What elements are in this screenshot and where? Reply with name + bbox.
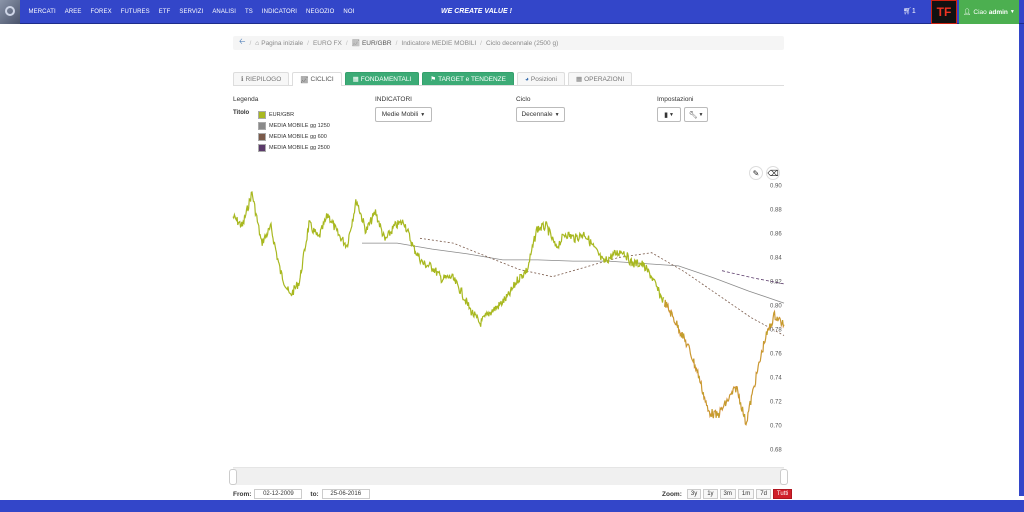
y-tick-label: 0.86 bbox=[770, 232, 782, 238]
y-tick-label: 0.84 bbox=[770, 256, 782, 262]
navigator-right-handle[interactable] bbox=[780, 469, 788, 485]
navigator-left-handle[interactable] bbox=[229, 469, 237, 485]
from-date-input[interactable]: 02-12-2009 bbox=[254, 489, 303, 499]
price-chart[interactable]: 0.900.880.860.840.820.800.780.760.740.72… bbox=[0, 0, 1024, 512]
eraser-icon[interactable]: ⌫ bbox=[766, 166, 780, 180]
chart-navigator[interactable] bbox=[229, 467, 788, 485]
series-line-media-mobile-gg-1250 bbox=[362, 242, 785, 304]
to-label: to: bbox=[310, 490, 319, 498]
y-tick-label: 0.72 bbox=[770, 400, 782, 406]
y-tick-label: 0.76 bbox=[770, 352, 782, 358]
series-line-eur-gbr bbox=[232, 191, 665, 327]
series-line-eur-gbr-recent bbox=[664, 299, 785, 426]
series-line-media-mobile-gg-600 bbox=[419, 237, 785, 336]
zoom-3y-button[interactable]: 3y bbox=[686, 489, 702, 499]
y-tick-label: 0.74 bbox=[770, 376, 782, 382]
y-tick-label: 0.80 bbox=[770, 304, 782, 310]
app-window: MERCATI AREE FOREX FUTURES ETF SERVIZI A… bbox=[0, 0, 1024, 512]
y-tick-label: 0.90 bbox=[770, 184, 782, 190]
to-date-input[interactable]: 25-06-2016 bbox=[321, 489, 370, 499]
zoom-3m-button[interactable]: 3m bbox=[719, 489, 736, 499]
zoom-7d-button[interactable]: 7d bbox=[756, 489, 771, 499]
y-tick-label: 0.68 bbox=[770, 448, 782, 454]
zoom-controls: Zoom: 3y 1y 3m 1m 7d Tutti bbox=[662, 489, 793, 499]
zoom-all-button[interactable]: Tutti bbox=[772, 489, 793, 499]
y-tick-label: 0.78 bbox=[770, 328, 782, 334]
zoom-1m-button[interactable]: 1m bbox=[737, 489, 755, 499]
pencil-icon[interactable]: ✎ bbox=[749, 166, 763, 180]
zoom-1y-button[interactable]: 1y bbox=[703, 489, 718, 499]
y-tick-label: 0.88 bbox=[770, 208, 782, 214]
y-tick-label: 0.70 bbox=[770, 424, 782, 430]
zoom-label: Zoom: bbox=[662, 490, 682, 498]
date-range: From: 02-12-2009 to: 25-06-2016 bbox=[233, 489, 375, 499]
from-label: From: bbox=[233, 490, 252, 498]
